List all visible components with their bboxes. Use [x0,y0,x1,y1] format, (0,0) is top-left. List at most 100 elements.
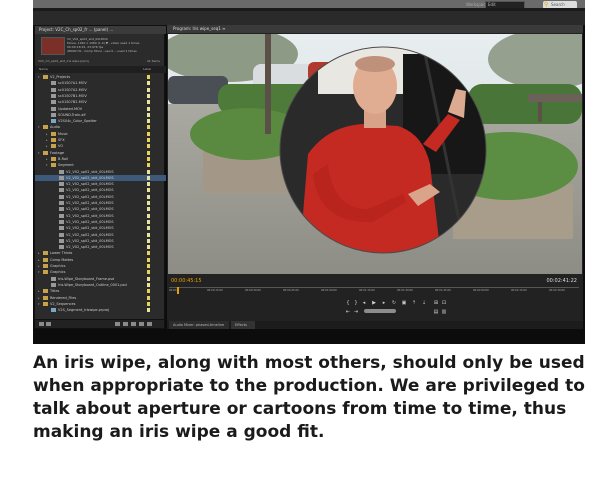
label-swatch [147,270,150,275]
tab-effects[interactable]: Effects [231,321,255,329]
bottom-tab-strip: Audio Mixer: phased-timeline Effects [167,321,583,329]
trim-icon[interactable]: ⊞ [433,300,439,306]
bin-row[interactable]: ▸ Music [35,131,166,137]
overwrite-icon[interactable]: ▤ [433,309,439,315]
trash-icon[interactable] [147,322,152,326]
clip-row[interactable]: V2_V02_sp02_skit_00LMOS [35,232,166,238]
clip-row[interactable]: sc01S07A2.MOV [35,87,166,93]
clip-row[interactable]: SOUND-Train.aif [35,112,166,118]
clip-row[interactable]: V2_V02_sp02_skit_00LMOS [35,194,166,200]
bin-row[interactable]: ▾ Audio [35,124,166,130]
clip-row[interactable]: Updated.MOV [35,106,166,112]
disclosure-triangle-icon[interactable]: ▸ [38,288,40,294]
disclosure-triangle-icon[interactable]: ▾ [38,150,40,156]
bin-row[interactable]: ▾ Graphics [35,269,166,275]
clip-row[interactable]: sc01S07B1.MOV [35,93,166,99]
row-label: Graphics [50,270,66,275]
disclosure-triangle-icon[interactable]: ▸ [46,143,48,149]
clip-row[interactable]: V2_V02_sp02_skit_00LMOS [35,181,166,187]
clip-row[interactable]: V2_V02_sp02_skit_00LMOS [35,169,166,175]
bin-row[interactable]: ▸ Lower Thirds [35,250,166,256]
list-view-icon[interactable] [39,322,44,326]
clip-row[interactable]: V2_V02_sp02_skit_00LMOS [35,238,166,244]
label-swatch [147,81,150,86]
clip-row[interactable]: V2_V02_sp02_skit_00LMOS [35,206,166,212]
clip-row[interactable]: V2_V02_sp02_skit_00LMOS [35,174,166,181]
safe-margins-icon[interactable]: ▣ [401,300,407,306]
insert-icon[interactable]: ▥ [441,309,447,315]
ruler-tick: 00:02:15:00 [511,289,527,292]
folder-icon [43,270,48,275]
label-swatch [147,245,150,250]
disclosure-triangle-icon[interactable]: ▸ [46,156,48,162]
playhead[interactable] [177,287,180,294]
mark-in-icon[interactable]: { [345,300,351,306]
go-to-in-icon[interactable]: ⇤ [345,309,351,315]
bin-row[interactable]: ▸ B-Roll [35,156,166,162]
bin-row[interactable]: ▾ V2_Projects [35,74,166,80]
find-icon[interactable] [123,322,128,326]
automate-icon[interactable] [115,322,120,326]
step-forward-icon[interactable]: ▸ [381,300,387,306]
bin-row[interactable]: ▸ Comp Mattes [35,257,166,263]
clip-row[interactable]: V2_V02_sp02_skit_00LMOS [35,200,166,206]
bin-row[interactable]: ▸ Rendered_Files [35,295,166,301]
project-panel-tab[interactable]: Project: V2C_Ch_sp02_fr ... (panel) ... [35,26,166,34]
disclosure-triangle-icon[interactable]: ▾ [38,301,40,307]
export-frame-icon[interactable]: ⊡ [441,300,447,306]
bin-row[interactable]: ▾ V2_Sequences [35,301,166,307]
program-monitor-tab[interactable]: Program: Iris wipe_seq1 ≡ [167,25,583,33]
row-label: V2_Projects [50,75,71,79]
mark-out-icon[interactable]: } [353,300,359,306]
clip-icon [59,201,64,205]
disclosure-triangle-icon[interactable]: ▸ [46,137,48,143]
time-ruler[interactable]: 00:00 00:00:15:00 00:00:30:00 00:00:45:0… [169,287,579,296]
new-bin-icon[interactable] [131,322,136,326]
label-swatch [147,93,150,98]
tab-audio-mixer[interactable]: Audio Mixer: phased-timeline [169,321,229,329]
go-to-out-icon[interactable]: ⇥ [353,309,359,315]
new-item-icon[interactable] [139,322,144,326]
clip-row[interactable]: sc01S07B2.MOV [35,99,166,105]
clip-icon [59,238,64,243]
clip-row[interactable]: V2S04c_Color_Spotter [35,118,166,124]
loop-icon[interactable]: ↻ [391,300,397,306]
bin-row[interactable]: ▸ Titles [35,288,166,294]
clip-row[interactable]: V2_V02_sp02_skit_00LMOS [35,219,166,225]
disclosure-triangle-icon[interactable]: ▸ [46,131,48,137]
row-label: Iris-Wipe_Storyboard_Frame.psd [58,276,115,281]
clip-row[interactable]: V2_V02_sp02_skit_00LMOS [35,213,166,219]
extract-icon[interactable]: ⇣ [421,300,427,306]
bin-row[interactable]: ▸ Graphics [35,263,166,269]
icon-view-icon[interactable] [46,322,51,326]
clip-row[interactable]: V2S_Segment_Iriswipe.prproj [35,307,166,313]
disclosure-triangle-icon[interactable]: ▾ [38,269,40,275]
clip-row[interactable]: Iris-Wipe_Storyboard_Frame.psd [35,276,166,282]
lift-icon[interactable]: ⇡ [411,300,417,306]
bin-row[interactable]: ▾ Segment [35,162,166,168]
column-name[interactable]: Name [39,66,48,73]
clip-row[interactable]: V2_V02_sp02_skit_00LMOS [35,225,166,231]
play-icon[interactable]: ▶ [371,300,377,306]
disclosure-triangle-icon[interactable]: ▾ [46,162,48,168]
step-back-icon[interactable]: ◂ [361,300,367,306]
current-timecode[interactable]: 00:00:45:15 [171,278,202,284]
disclosure-triangle-icon[interactable]: ▸ [38,257,40,263]
disclosure-triangle-icon[interactable]: ▸ [38,295,40,301]
jog-shuttle[interactable] [364,309,396,313]
disclosure-triangle-icon[interactable]: ▾ [38,124,40,130]
disclosure-triangle-icon[interactable]: ▸ [38,250,40,256]
clip-row[interactable]: V2_V02_sp02_skit_00LMOS [35,244,166,250]
column-label[interactable]: Label [143,66,151,73]
bin-row[interactable]: ▸ VO [35,143,166,149]
folder-icon [43,251,48,256]
bin-row[interactable]: ▸ SFX [35,137,166,143]
clip-row[interactable]: V2_V02_sp02_skit_00LMOS [35,187,166,193]
clip-row[interactable]: Iris-Wipe_Storyboard_Outline_0001.psd [35,282,166,288]
bin-row[interactable]: ▾ Footage [35,150,166,156]
project-panel: Project: V2C_Ch_sp02_fr ... (panel) ... … [34,25,166,329]
row-label: V2_V02_sp02_skit_00LMOS [66,238,114,243]
disclosure-triangle-icon[interactable]: ▸ [38,263,40,269]
disclosure-triangle-icon[interactable]: ▾ [38,74,40,80]
clip-row[interactable]: sc01S07A1.MOV [35,80,166,86]
